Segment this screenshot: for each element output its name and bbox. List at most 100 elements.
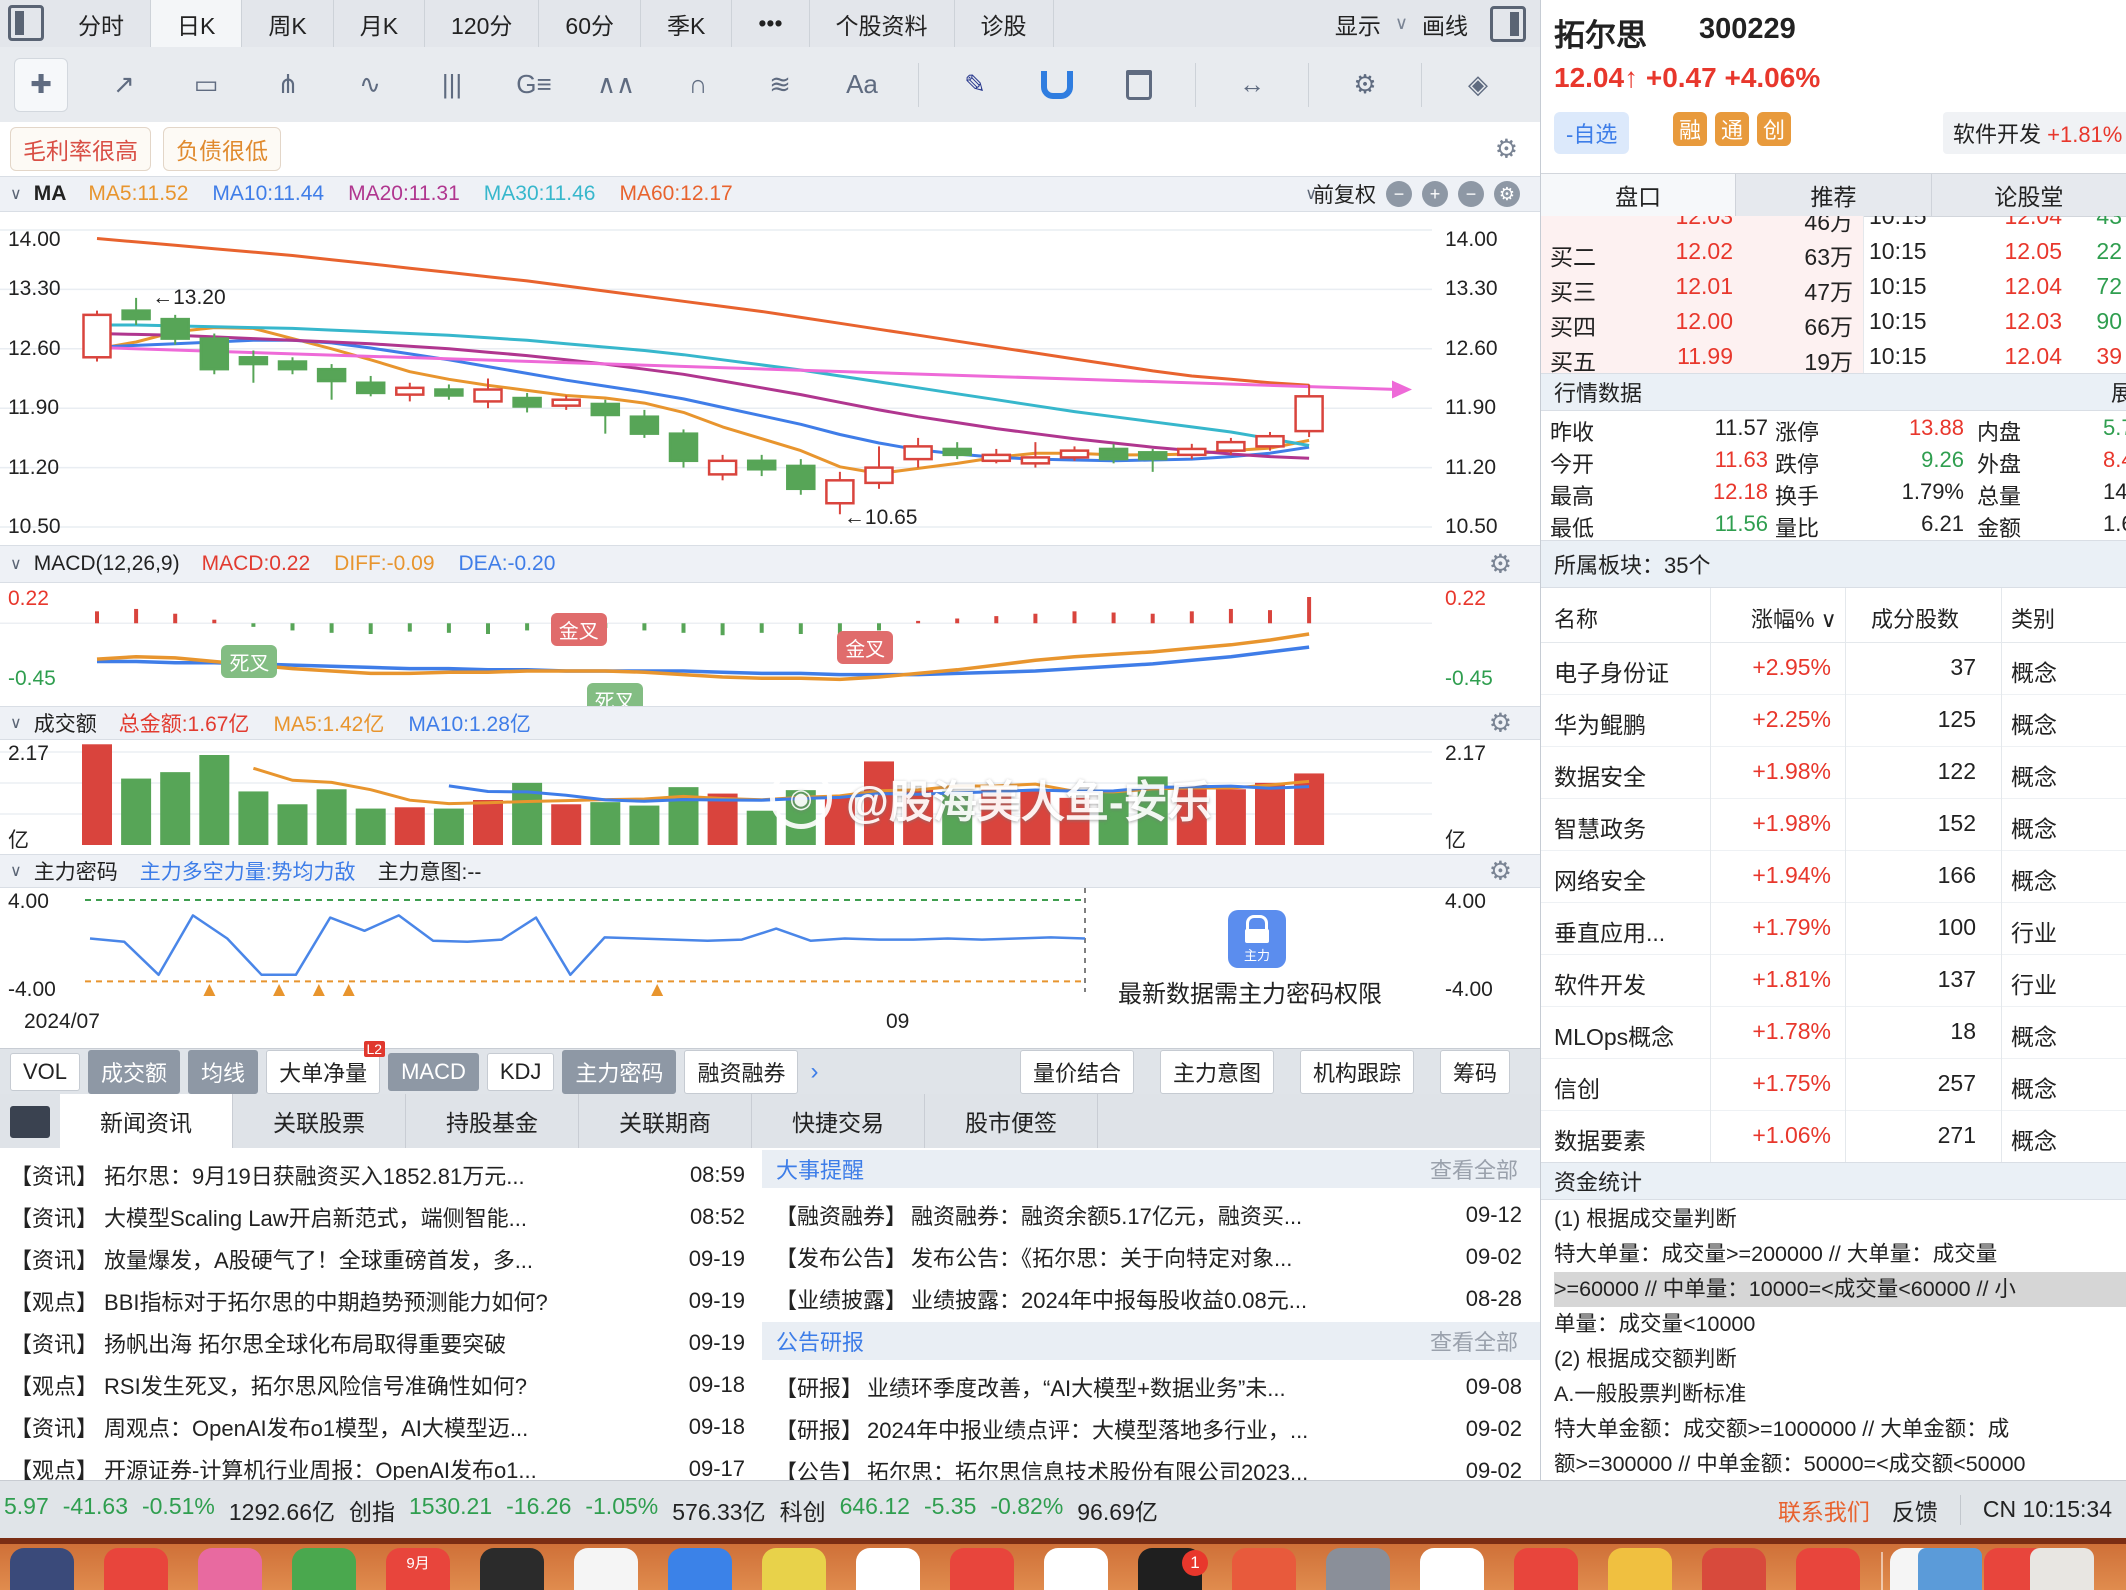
sector-row[interactable]: 华为鲲鹏+2.25%125概念 <box>1541 694 2126 747</box>
news-list-item[interactable]: 【资讯】周观点：OpenAI发布o1模型，AI大模型迈...09-18 <box>10 1406 755 1448</box>
stock-tag[interactable]: 毛利率很高 <box>10 127 151 171</box>
sector-row[interactable]: 电子身份证+2.95%37概念 <box>1541 642 2126 695</box>
chart-zoom-button[interactable]: − <box>1386 181 1412 207</box>
news-tab[interactable]: 股市便签 <box>925 1094 1098 1148</box>
panel-toggle-right-icon[interactable] <box>1490 6 1526 42</box>
trend-line-tool[interactable]: ↗ <box>98 59 150 111</box>
dock-icon[interactable] <box>1796 1548 1860 1590</box>
top-tab[interactable]: 周K <box>242 0 333 47</box>
candlestick-chart-pane[interactable]: 14.0014.0013.3013.3012.6012.6011.9011.90… <box>0 212 1540 545</box>
dock-icon[interactable] <box>480 1548 544 1590</box>
dock-icon[interactable] <box>1702 1548 1766 1590</box>
detail-tab-盘口[interactable]: 盘口 <box>1541 174 1736 216</box>
dock-icon[interactable] <box>1514 1548 1578 1590</box>
dock-icon[interactable] <box>1326 1548 1390 1590</box>
contact-us-link[interactable]: 联系我们 <box>1778 1493 1870 1527</box>
sector-row[interactable]: 数据要素+1.06%271概念 <box>1541 1110 2126 1163</box>
news-list-item[interactable]: 【研报】2024年中报业绩点评：大模型落地多行业，...09-02 <box>775 1408 1530 1450</box>
shortcut-机构跟踪[interactable]: 机构跟踪 <box>1300 1050 1414 1094</box>
rect-tool[interactable]: ▭ <box>180 59 232 111</box>
panel-toggle-left-icon[interactable] <box>8 5 44 41</box>
spacing-tool[interactable]: ↔ <box>1226 59 1278 111</box>
price-adjust-mode[interactable]: 前复权 <box>1313 179 1376 209</box>
news-list-item[interactable]: 【业绩披露】业绩披露：2024年中报每股收益0.08元...08-28 <box>775 1278 1530 1320</box>
news-list-item[interactable]: 【观点】RSI发生死叉，拓尔思风险信号准确性如何?09-18 <box>10 1364 755 1406</box>
indicator-tab-融资融券[interactable]: 融资融券 <box>684 1050 798 1094</box>
dock-icon[interactable] <box>856 1548 920 1590</box>
shortcut-量价结合[interactable]: 量价结合 <box>1020 1050 1134 1094</box>
watchlist-button[interactable]: -自选 <box>1554 112 1629 154</box>
top-tab[interactable]: ••• <box>732 0 809 47</box>
multi-line-tool[interactable]: ≋ <box>754 59 806 111</box>
macd-chart-pane[interactable]: 0.220.22-0.45-0.45死叉金叉死叉金叉 <box>0 583 1540 706</box>
shortcut-主力意图[interactable]: 主力意图 <box>1160 1050 1274 1094</box>
lock-icon[interactable]: 主力 <box>1228 910 1286 968</box>
indicator-tab-大单净量[interactable]: 大单净量L2 <box>266 1050 380 1094</box>
dock-icon[interactable] <box>574 1548 638 1590</box>
dock-icon[interactable] <box>198 1548 262 1590</box>
news-tab[interactable]: 新闻资讯 <box>60 1094 233 1148</box>
fan-lines-tool[interactable]: ⋔ <box>262 59 314 111</box>
sector-row[interactable]: 信创+1.75%257概念 <box>1541 1058 2126 1111</box>
more-indicators-chevron[interactable]: › <box>806 1058 822 1086</box>
dock-icon[interactable]: 1 <box>1138 1548 1202 1590</box>
dock-icon[interactable] <box>1044 1548 1108 1590</box>
news-list-item[interactable]: 【研报】业绩环季度改善，“AI大模型+数据业务”未...09-08 <box>775 1366 1530 1408</box>
dock-icon[interactable] <box>762 1548 826 1590</box>
collapse-chevron-icon[interactable]: ∨ <box>10 861 22 881</box>
sector-row[interactable]: 智慧政务+1.98%152概念 <box>1541 798 2126 851</box>
indicator-tab-主力密码[interactable]: 主力密码 <box>562 1050 676 1094</box>
chart-zoom-button[interactable]: − <box>1458 181 1484 207</box>
news-list-item[interactable]: 【资讯】扬帆出海 拓尔思全球化布局取得重要突破09-19 <box>10 1322 755 1364</box>
detail-tab-推荐[interactable]: 推荐 <box>1736 174 1931 216</box>
sector-row[interactable]: 数据安全+1.98%122概念 <box>1541 746 2126 799</box>
chart-zoom-button[interactable]: + <box>1422 181 1448 207</box>
dock-icon[interactable] <box>950 1548 1014 1590</box>
volume-chart-pane[interactable]: 2.172.17亿亿 <box>0 740 1540 854</box>
sector-chip[interactable]: 软件开发 +1.81% <box>1943 112 2126 154</box>
top-tab[interactable]: 个股资料 <box>810 0 955 47</box>
tags-settings-gear-icon[interactable]: ⚙ <box>1495 134 1518 165</box>
news-list-item[interactable]: 【资讯】拓尔思：9月19日获融资买入1852.81万元...08:59 <box>10 1154 755 1196</box>
dock-icon[interactable]: 9月 <box>386 1548 450 1590</box>
news-tab[interactable]: 持股基金 <box>406 1094 579 1148</box>
column-header[interactable]: 涨幅% ∨ <box>1751 602 1837 634</box>
text-tool[interactable]: Aa <box>836 59 888 111</box>
detail-tab-论股堂[interactable]: 论股堂 <box>1932 174 2126 216</box>
magnet-tool[interactable] <box>1031 59 1083 111</box>
chart-settings-gear-icon[interactable]: ⚙ <box>1494 181 1520 207</box>
news-list-item[interactable]: 【融资融券】融资融券：融资余额5.17亿元，融资买...09-12 <box>775 1194 1530 1236</box>
collapse-chevron-icon[interactable]: ∨ <box>10 713 22 733</box>
sector-row[interactable]: 网络安全+1.94%166概念 <box>1541 850 2126 903</box>
display-menu[interactable]: 显示 <box>1335 7 1381 41</box>
top-tab[interactable]: 诊股 <box>955 0 1054 47</box>
collapse-chevron-icon[interactable]: ∨ <box>10 554 22 574</box>
zhuli-chart-pane[interactable]: 主力 最新数据需主力密码权限 4.004.00-4.00-4.002024/07… <box>0 888 1540 1048</box>
top-tab[interactable]: 日K <box>151 0 242 47</box>
column-header[interactable]: 成分股数 <box>1871 602 1959 634</box>
quote-expand[interactable]: 展 <box>2111 376 2126 408</box>
news-list-item[interactable]: 【观点】BBI指标对于拓尔思的中期趋势预测能力如何?09-19 <box>10 1280 755 1322</box>
zhuli-settings-gear-icon[interactable]: ⚙ <box>1489 856 1512 887</box>
top-tab[interactable]: 季K <box>641 0 732 47</box>
vertical-lines-tool[interactable]: ||| <box>426 59 478 111</box>
draw-line-button[interactable]: 画线 <box>1422 7 1468 41</box>
dock-icon[interactable] <box>1420 1548 1484 1590</box>
news-tab[interactable]: 关联期商 <box>579 1094 752 1148</box>
dock-folder-icon[interactable] <box>1918 1548 1982 1590</box>
indicator-tab-MACD[interactable]: MACD <box>388 1053 479 1091</box>
news-tab[interactable]: 关联股票 <box>233 1094 406 1148</box>
news-panel-icon[interactable] <box>10 1106 50 1138</box>
arc-tool[interactable]: ∩ <box>672 59 724 111</box>
top-tab[interactable]: 120分 <box>425 0 539 47</box>
gann-tool[interactable]: G≡ <box>508 59 560 111</box>
layers-tool[interactable]: ◈ <box>1452 59 1504 111</box>
indicator-tab-VOL[interactable]: VOL <box>10 1053 80 1091</box>
column-header[interactable]: 名称 <box>1554 602 1598 634</box>
indicator-tab-KDJ[interactable]: KDJ <box>487 1053 555 1091</box>
collapse-chevron-icon[interactable]: ∨ <box>10 184 22 204</box>
view-all-link[interactable]: 查看全部 <box>1430 1153 1518 1185</box>
settings-tool[interactable]: ⚙ <box>1339 59 1391 111</box>
delete-tool[interactable] <box>1113 59 1165 111</box>
dock-icon[interactable] <box>292 1548 356 1590</box>
